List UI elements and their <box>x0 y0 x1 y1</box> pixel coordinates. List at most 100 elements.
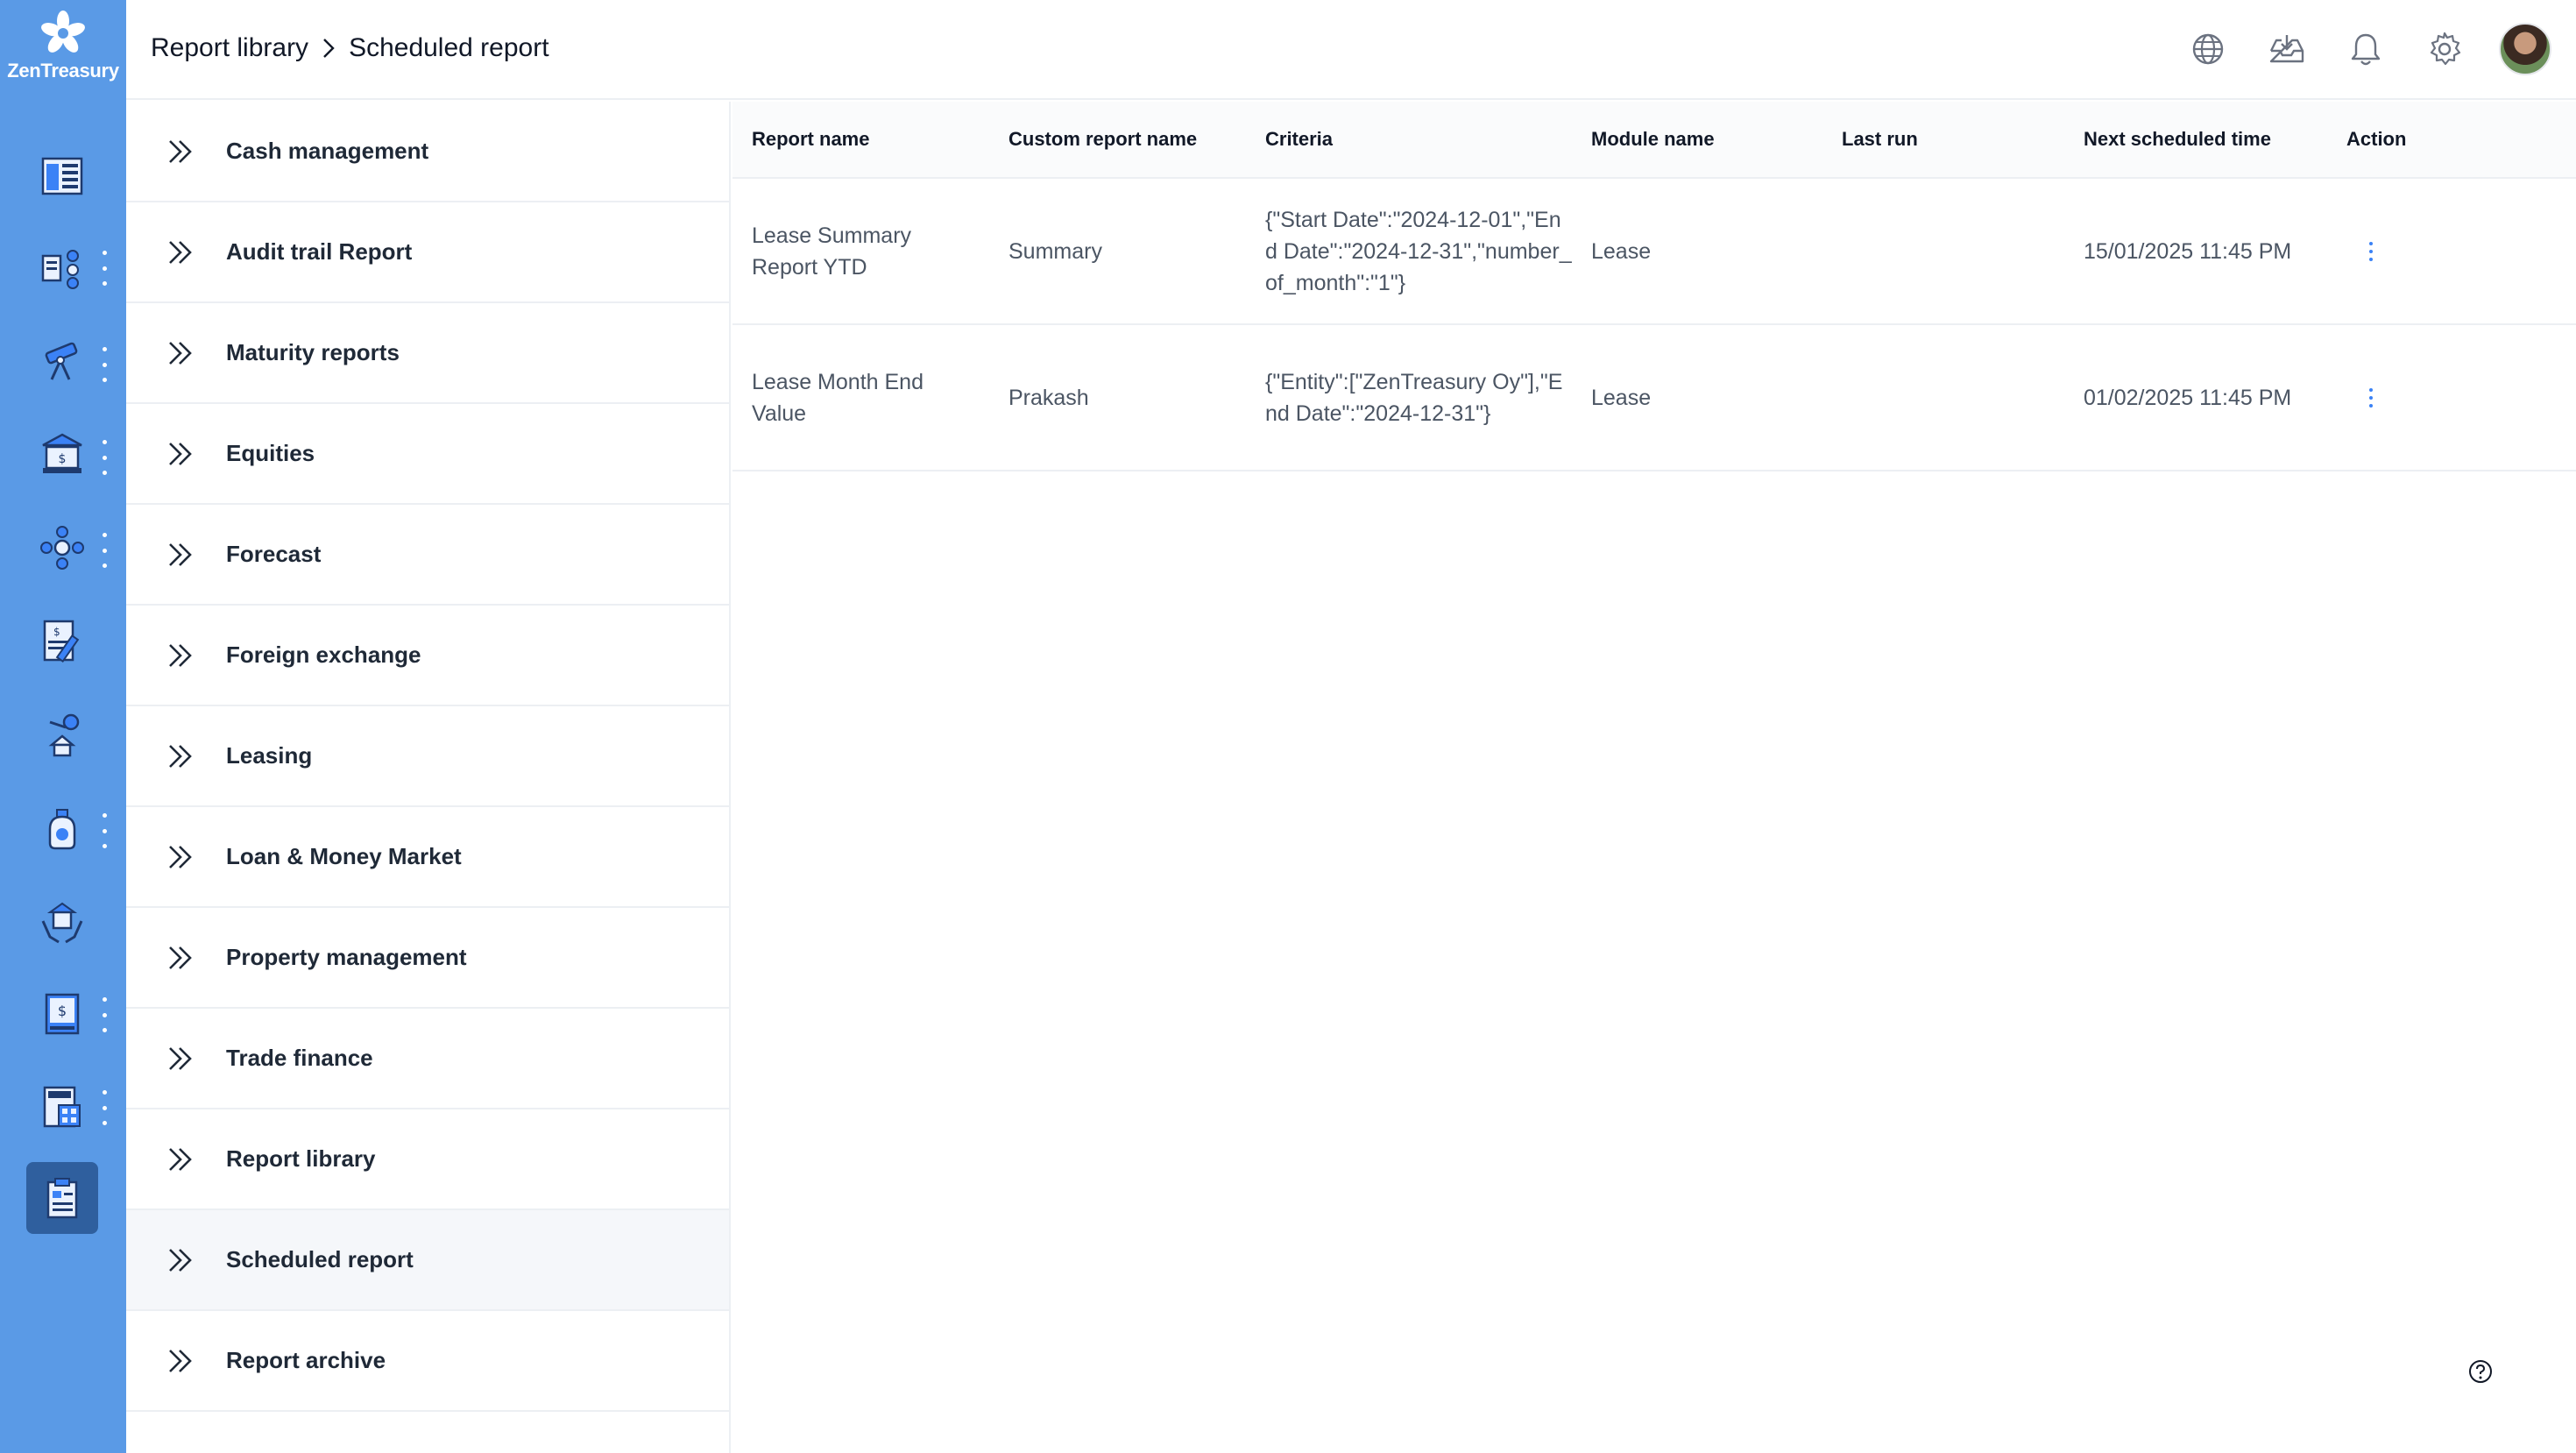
double-chevron-right-icon <box>169 240 192 264</box>
logo-flower-icon <box>41 11 85 53</box>
menu-item-label: Foreign exchange <box>226 641 421 668</box>
breadcrumb-report-library[interactable]: Report library <box>151 33 308 63</box>
menu-item-report-library[interactable]: Report library <box>126 1109 729 1210</box>
svg-text:$: $ <box>59 452 67 466</box>
rail-network-menu[interactable] <box>100 533 109 568</box>
cell-module-name: Lease <box>1591 238 1652 264</box>
rail-invoice[interactable]: $ <box>26 605 98 677</box>
menu-item-audit-trail-report[interactable]: Audit trail Report <box>126 202 729 303</box>
menu-item-label: Scheduled report <box>226 1246 414 1272</box>
cell-report-name: Lease Month End Value <box>752 369 924 426</box>
telescope-icon <box>45 342 78 380</box>
menu-item-property-management[interactable]: Property management <box>126 908 729 1009</box>
menu-item-forecast[interactable]: Forecast <box>126 505 729 606</box>
breadcrumb: Report library Scheduled report <box>151 33 549 63</box>
property-key-icon <box>48 713 80 757</box>
rail-calculator[interactable] <box>26 1071 98 1143</box>
menu-item-label: Cash management <box>226 138 429 164</box>
cell-report-name: Lease Summary Report YTD <box>752 223 912 280</box>
calculator-icon <box>43 1086 81 1128</box>
row-actions-kebab-icon[interactable] <box>2366 387 2376 408</box>
svg-text:$: $ <box>58 1003 67 1019</box>
col-action: Action <box>2346 128 2407 150</box>
cell-module-name: Lease <box>1591 385 1652 410</box>
gear-icon[interactable] <box>2418 23 2471 75</box>
col-criteria[interactable]: Criteria <box>1265 128 1572 151</box>
menu-item-label: Report library <box>226 1145 376 1172</box>
menu-item-leasing[interactable]: Leasing <box>126 706 729 807</box>
rail-ledger-menu[interactable] <box>100 997 109 1032</box>
col-last-run[interactable]: Last run <box>1842 128 2061 151</box>
app-rail: ZenTreasury $ $ $ <box>0 0 126 1453</box>
menu-item-report-archive[interactable]: Report archive <box>126 1311 729 1412</box>
menu-item-foreign-exchange[interactable]: Foreign exchange <box>126 606 729 706</box>
cell-custom-report-name: Summary <box>1008 238 1102 264</box>
menu-item-label: Loan & Money Market <box>226 843 462 869</box>
rail-cash-flow-menu[interactable] <box>100 251 109 286</box>
user-avatar[interactable] <box>2499 23 2551 75</box>
double-chevron-right-icon <box>169 1046 192 1070</box>
double-chevron-right-icon <box>169 1248 192 1272</box>
double-chevron-right-icon <box>169 139 192 163</box>
rail-ledger[interactable]: $ <box>26 978 98 1050</box>
hands-building-icon <box>41 902 83 944</box>
menu-item-equities[interactable]: Equities <box>126 404 729 505</box>
rail-money-bag[interactable] <box>26 793 98 865</box>
globe-icon[interactable] <box>2182 23 2234 75</box>
download-tray-icon[interactable] <box>2261 23 2313 75</box>
col-report-name[interactable]: Report name <box>752 128 980 151</box>
rail-cash-flow[interactable] <box>26 232 98 304</box>
logo-text: ZenTreasury <box>7 60 119 82</box>
cell-action <box>2346 387 2452 408</box>
row-actions-kebab-icon[interactable] <box>2366 241 2376 261</box>
rail-bank[interactable]: $ <box>26 418 98 490</box>
table-row[interactable]: Lease Month End Value Prakash {"Entity":["… <box>732 325 2576 471</box>
menu-item-loan-money-market[interactable]: Loan & Money Market <box>126 807 729 908</box>
double-chevron-right-icon <box>169 542 192 566</box>
cell-next-scheduled: 15/01/2025 11:45 PM <box>2084 238 2292 264</box>
cell-action <box>2346 241 2452 261</box>
menu-item-cash-management[interactable]: Cash management <box>126 102 729 202</box>
menu-item-label: Report archive <box>226 1347 386 1373</box>
zentreasury-logo[interactable]: ZenTreasury <box>0 9 126 93</box>
menu-item-maturity-reports[interactable]: Maturity reports <box>126 303 729 404</box>
menu-item-trade-finance[interactable]: Trade finance <box>126 1009 729 1109</box>
cell-criteria: {"Entity":["ZenTreasury Oy"],"End Date":… <box>1265 369 1563 426</box>
table-row[interactable]: Lease Summary Report YTD Summary {"Start D… <box>732 179 2576 325</box>
menu-item-label: Trade finance <box>226 1045 373 1071</box>
menu-item-scheduled-report[interactable]: Scheduled report <box>126 1210 729 1311</box>
double-chevron-right-icon <box>169 643 192 667</box>
col-module-name[interactable]: Module name <box>1591 128 1810 151</box>
menu-item-label: Property management <box>226 944 467 970</box>
bank-icon: $ <box>42 433 82 473</box>
double-chevron-right-icon <box>169 442 192 465</box>
report-category-menu: Cash management Audit trail Report Maturit… <box>126 102 731 1453</box>
help-icon[interactable] <box>2467 1358 2494 1385</box>
rail-calculator-menu[interactable] <box>100 1090 109 1125</box>
rail-telescope-menu[interactable] <box>100 347 109 382</box>
header-actions <box>2155 23 2551 75</box>
rail-hands-building[interactable] <box>26 887 98 959</box>
cell-custom-report-name: Prakash <box>1008 385 1089 410</box>
report-clipboard-icon <box>46 1178 78 1219</box>
rail-money-bag-menu[interactable] <box>100 813 109 848</box>
col-next-scheduled[interactable]: Next scheduled time <box>2084 128 2338 151</box>
rail-reports[interactable] <box>26 1162 98 1234</box>
breadcrumb-current: Scheduled report <box>349 33 549 62</box>
scheduled-report-table: Report name Custom report name Criteria … <box>732 102 2576 471</box>
double-chevron-right-icon <box>169 1147 192 1171</box>
invoice-icon: $ <box>43 620 80 663</box>
rail-telescope[interactable] <box>26 324 98 396</box>
bell-icon[interactable] <box>2339 23 2392 75</box>
menu-item-label: Equities <box>226 440 315 466</box>
network-icon <box>40 526 84 570</box>
rail-dashboard[interactable] <box>26 140 98 212</box>
rail-property[interactable] <box>26 698 98 770</box>
dashboard-icon <box>41 157 83 195</box>
top-header: Report library Scheduled report <box>126 0 2576 100</box>
rail-bank-menu[interactable] <box>100 440 109 475</box>
cash-flow-icon <box>41 250 79 289</box>
rail-network[interactable] <box>26 512 98 584</box>
col-custom-report-name[interactable]: Custom report name <box>1008 128 1254 151</box>
cell-next-scheduled: 01/02/2025 11:45 PM <box>2084 385 2292 410</box>
